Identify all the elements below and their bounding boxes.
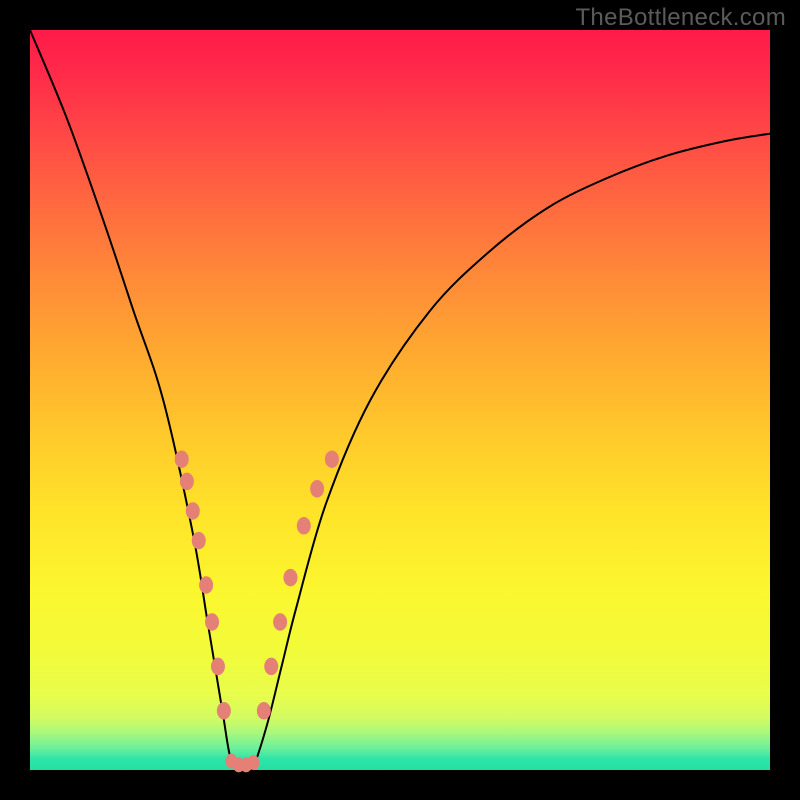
marker-right-6 <box>325 450 339 468</box>
chart-frame: TheBottleneck.com <box>0 0 800 800</box>
data-markers <box>175 450 339 772</box>
marker-right-4 <box>297 517 311 535</box>
marker-right-1 <box>264 658 278 676</box>
marker-right-5 <box>310 480 324 498</box>
marker-right-3 <box>283 569 297 587</box>
marker-left-5 <box>205 613 219 631</box>
marker-left-1 <box>180 473 194 491</box>
marker-right-0 <box>257 702 271 720</box>
marker-bottom-3 <box>247 755 259 770</box>
watermark-text: TheBottleneck.com <box>575 4 786 32</box>
marker-left-4 <box>199 576 213 594</box>
marker-left-6 <box>211 658 225 676</box>
marker-left-0 <box>175 450 189 468</box>
bottleneck-curve <box>30 30 770 773</box>
marker-right-2 <box>273 613 287 631</box>
marker-left-7 <box>217 702 231 720</box>
marker-left-3 <box>192 532 206 550</box>
curve-layer <box>30 30 770 770</box>
plot-area <box>30 30 770 770</box>
marker-left-2 <box>186 502 200 520</box>
